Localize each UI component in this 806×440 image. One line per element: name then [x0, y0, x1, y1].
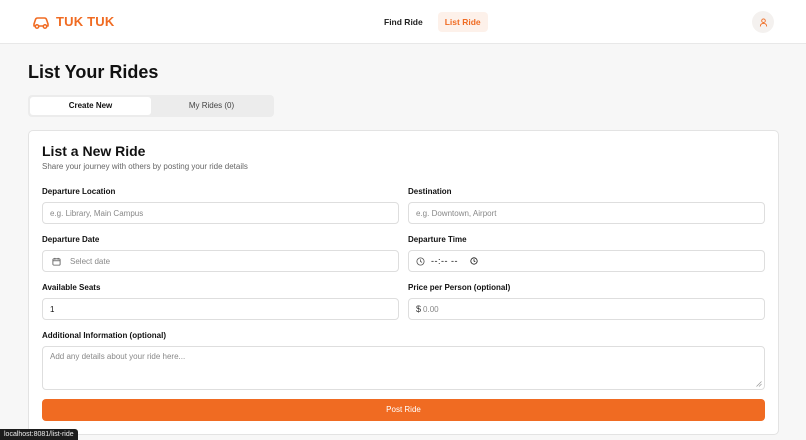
- departure-location-placeholder: e.g. Library, Main Campus: [50, 208, 144, 218]
- list-ride-form-card: List a New Ride Share your journey with …: [28, 130, 779, 435]
- brand-logo[interactable]: TUK TUK: [32, 14, 114, 29]
- departure-location-label: Departure Location: [42, 187, 116, 196]
- departure-location-input[interactable]: e.g. Library, Main Campus: [42, 202, 399, 224]
- price-label: Price per Person (optional): [408, 283, 511, 292]
- user-icon: [759, 17, 767, 27]
- car-icon: [33, 16, 49, 29]
- clock-icon: [416, 256, 425, 266]
- tab-my-rides[interactable]: My Rides (0): [151, 97, 272, 115]
- additional-info-textarea[interactable]: Add any details about your ride here...: [42, 346, 765, 390]
- additional-info-label: Additional Information (optional): [42, 331, 166, 340]
- time-picker-clock-icon[interactable]: [470, 257, 478, 265]
- price-placeholder: 0.00: [423, 304, 439, 314]
- post-ride-button[interactable]: Post Ride: [42, 399, 765, 421]
- main-nav: Find Ride List Ride: [377, 12, 488, 32]
- form-subtitle: Share your journey with others by postin…: [42, 162, 248, 171]
- departure-date-placeholder: Select date: [70, 256, 111, 266]
- tab-create-new[interactable]: Create New: [30, 97, 151, 115]
- price-input[interactable]: $ 0.00: [408, 298, 765, 320]
- destination-label: Destination: [408, 187, 452, 196]
- available-seats-input[interactable]: 1: [42, 298, 399, 320]
- departure-time-input[interactable]: --:-- --: [408, 250, 765, 272]
- departure-date-picker[interactable]: Select date: [42, 250, 399, 272]
- additional-info-placeholder: Add any details about your ride here...: [50, 352, 186, 361]
- form-title: List a New Ride: [42, 143, 146, 159]
- nav-find-ride[interactable]: Find Ride: [377, 12, 430, 32]
- destination-input[interactable]: e.g. Downtown, Airport: [408, 202, 765, 224]
- resize-handle-icon[interactable]: [756, 381, 762, 387]
- nav-list-ride[interactable]: List Ride: [437, 12, 488, 32]
- available-seats-value: 1: [50, 304, 55, 314]
- calendar-icon: [52, 257, 61, 266]
- browser-status-url: localhost:8081/list-ride: [0, 429, 78, 440]
- currency-symbol: $: [416, 304, 422, 314]
- top-nav-bar: TUK TUK Find Ride List Ride: [0, 0, 806, 44]
- departure-date-label: Departure Date: [42, 235, 100, 244]
- destination-placeholder: e.g. Downtown, Airport: [416, 208, 497, 218]
- tab-list: Create New My Rides (0): [28, 95, 274, 117]
- departure-time-label: Departure Time: [408, 235, 467, 244]
- brand-name: TUK TUK: [56, 14, 115, 29]
- page-title: List Your Rides: [28, 62, 159, 82]
- user-menu-button[interactable]: [752, 11, 774, 33]
- departure-time-value: --:-- --: [431, 256, 458, 266]
- available-seats-label: Available Seats: [42, 283, 101, 292]
